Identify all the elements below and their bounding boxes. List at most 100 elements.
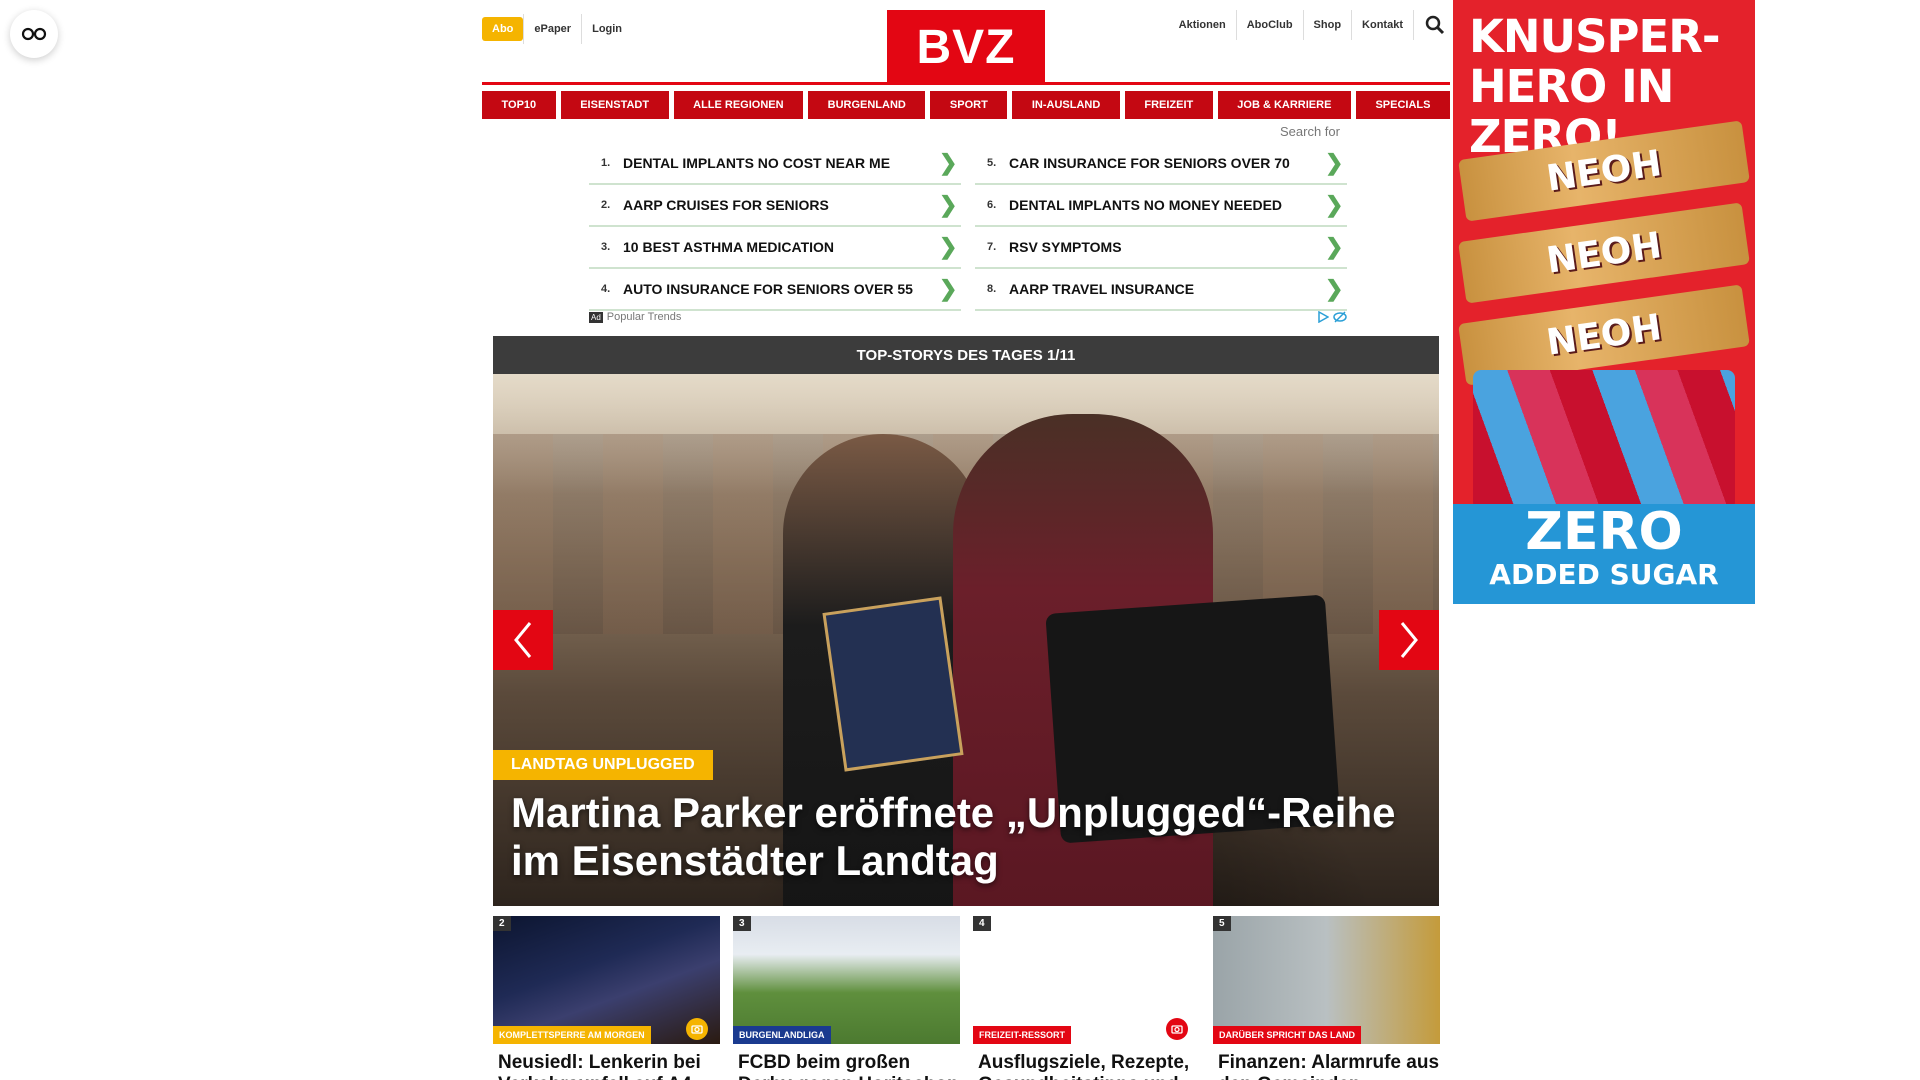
teaser-image[interactable]: 2 KOMPLETTSPERRE AM MORGEN	[493, 916, 720, 1044]
trend-text: DENTAL IMPLANTS NO MONEY NEEDED	[1009, 197, 1283, 213]
trend-number: 5.	[987, 157, 997, 169]
nav-item-specials[interactable]: SPECIALS	[1355, 91, 1451, 119]
login-link[interactable]: Login	[581, 14, 632, 44]
side-advertisement[interactable]: KNUSPER-HERO IN ZERO! NEOH NEOH NEOH ZER…	[1453, 0, 1755, 604]
reader-mode-button[interactable]	[10, 10, 58, 58]
teaser-number: 3	[733, 916, 751, 931]
hero-image-book	[822, 596, 964, 772]
kontakt-link[interactable]: Kontakt	[1352, 10, 1414, 40]
chevron-right-icon: ❯	[1325, 150, 1344, 175]
chevron-left-icon	[514, 622, 532, 658]
trend-item[interactable]: 7. RSV SYMPTOMS ❯	[975, 227, 1347, 269]
page: Abo ePaper Login BVZ Aktionen AboClub Sh…	[0, 0, 1920, 1080]
teaser-tag: DARÜBER SPRICHT DAS LAND	[1213, 1026, 1362, 1044]
teaser-card[interactable]: 3 BURGENLANDLIGA FCBD beim großen Derby …	[733, 916, 960, 1080]
hero-kicker[interactable]: LANDTAG UNPLUGGED	[493, 750, 713, 780]
ad-trends-widget: 1. DENTAL IMPLANTS NO COST NEAR ME ❯ 2. AAR…	[589, 143, 1347, 311]
chevron-right-icon: ❯	[939, 150, 958, 175]
adchoices[interactable]	[1317, 311, 1347, 323]
teaser-tag: BURGENLANDLIGA	[733, 1026, 831, 1044]
side-ad-footer: ZERO ADDED SUGAR	[1453, 504, 1755, 604]
nav-item-sport[interactable]: SPORT	[930, 91, 1008, 119]
chevron-right-icon: ❯	[1325, 276, 1344, 301]
teaser-title[interactable]: Neusiedl: Lenkerin bei Verkehrsunfall au…	[493, 1052, 720, 1080]
trend-text: CAR INSURANCE FOR SENIORS OVER 70	[1009, 155, 1290, 171]
trend-number: 8.	[987, 283, 997, 295]
chevron-right-icon: ❯	[939, 234, 958, 259]
bvz-logo[interactable]: BVZ	[887, 10, 1045, 84]
trend-text: 10 BEST ASTHMA MEDICATION	[623, 239, 835, 255]
teaser-card[interactable]: 5 DARÜBER SPRICHT DAS LAND Finanzen: Ala…	[1213, 916, 1440, 1080]
nav-item-top10[interactable]: TOP10	[482, 91, 556, 119]
site-header: Abo ePaper Login BVZ Aktionen AboClub Sh…	[482, 0, 1450, 84]
trend-item[interactable]: 5. CAR INSURANCE FOR SENIORS OVER 70 ❯	[975, 143, 1347, 185]
trend-number: 6.	[987, 199, 997, 211]
aboclub-link[interactable]: AboClub	[1237, 10, 1304, 40]
epaper-link[interactable]: ePaper	[523, 14, 581, 44]
trend-item[interactable]: 1. DENTAL IMPLANTS NO COST NEAR ME ❯	[589, 143, 961, 185]
nav-item-in-ausland[interactable]: IN-AUSLAND	[1012, 91, 1120, 119]
nav-item-freizeit[interactable]: FREIZEIT	[1124, 91, 1213, 119]
trend-item[interactable]: 2. AARP CRUISES FOR SENIORS ❯	[589, 185, 961, 227]
nav-item-alle-regionen[interactable]: ALLE REGIONEN	[673, 91, 804, 119]
trend-item[interactable]: 3. 10 BEST ASTHMA MEDICATION ❯	[589, 227, 961, 269]
trend-number: 2.	[601, 199, 611, 211]
ad-footer: Ad Popular Trends	[589, 311, 1347, 323]
chevron-right-icon: ❯	[1325, 192, 1344, 217]
header-divider	[482, 82, 1450, 85]
hide-ad-icon	[1333, 311, 1347, 323]
trend-item[interactable]: 4. AUTO INSURANCE FOR SENIORS OVER 55 ❯	[589, 269, 961, 311]
teaser-image[interactable]: 5 DARÜBER SPRICHT DAS LAND	[1213, 916, 1440, 1044]
hero-slide[interactable]: LANDTAG UNPLUGGED Martina Parker eröffne…	[493, 374, 1439, 906]
shop-link[interactable]: Shop	[1304, 10, 1353, 40]
trend-number: 4.	[601, 283, 611, 295]
teaser-card[interactable]: 2 KOMPLETTSPERRE AM MORGEN Neusiedl: Len…	[493, 916, 720, 1080]
trend-text: AARP TRAVEL INSURANCE	[1009, 281, 1195, 297]
glasses-icon	[21, 27, 47, 41]
side-ad-foot-big: ZERO	[1525, 502, 1683, 562]
nav-item-burgenland[interactable]: BURGENLAND	[808, 91, 926, 119]
trend-text: RSV SYMPTOMS	[1009, 239, 1122, 255]
main-nav: TOP10 EISENSTADT ALLE REGIONEN BURGENLAN…	[482, 91, 1451, 119]
slider-next-button[interactable]	[1379, 610, 1439, 670]
camera-icon	[686, 1018, 708, 1040]
teaser-title[interactable]: Ausflugsziele, Rezepte, Gesundheitstipps…	[973, 1052, 1200, 1080]
teaser-card[interactable]: 4 FREIZEIT-RESSORT Ausflugsziele, Rezept…	[973, 916, 1200, 1080]
ad-badge: Ad	[589, 311, 603, 323]
top-right-links: Aktionen AboClub Shop Kontakt	[1169, 10, 1450, 40]
teaser-title[interactable]: FCBD beim großen Derby gegen Horitschon …	[733, 1052, 960, 1080]
product-bar-label: NEOH	[1543, 224, 1665, 282]
aktionen-link[interactable]: Aktionen	[1169, 10, 1237, 40]
product-packs-image	[1473, 370, 1735, 510]
hero-title[interactable]: Martina Parker eröffnete „Unplugged“-Rei…	[511, 789, 1411, 885]
nav-item-job-karriere[interactable]: JOB & KARRIERE	[1217, 91, 1351, 119]
chevron-right-icon: ❯	[1325, 234, 1344, 259]
teaser-image[interactable]: 3 BURGENLANDLIGA	[733, 916, 960, 1044]
teaser-image[interactable]: 4 FREIZEIT-RESSORT	[973, 916, 1200, 1044]
teaser-tag: FREIZEIT-RESSORT	[973, 1026, 1072, 1044]
teaser-number: 4	[973, 916, 991, 931]
teaser-number: 2	[493, 916, 511, 931]
teaser-row: 2 KOMPLETTSPERRE AM MORGEN Neusiedl: Len…	[493, 916, 1440, 1080]
play-icon	[1318, 311, 1329, 323]
teaser-title[interactable]: Finanzen: Alarmrufe aus den Gemeinden	[1213, 1052, 1440, 1080]
teaser-number: 5	[1213, 916, 1231, 931]
trend-number: 1.	[601, 157, 611, 169]
teaser-tag: KOMPLETTSPERRE AM MORGEN	[493, 1026, 651, 1044]
chevron-right-icon: ❯	[939, 192, 958, 217]
trend-text: AARP CRUISES FOR SENIORS	[623, 197, 829, 213]
trend-item[interactable]: 8. AARP TRAVEL INSURANCE ❯	[975, 269, 1347, 311]
trend-item[interactable]: 6. DENTAL IMPLANTS NO MONEY NEEDED ❯	[975, 185, 1347, 227]
slider-prev-button[interactable]	[493, 610, 553, 670]
chevron-right-icon: ❯	[939, 276, 958, 301]
nav-item-eisenstadt[interactable]: EISENSTADT	[560, 91, 669, 119]
product-bar-label: NEOH	[1543, 306, 1665, 364]
trend-text: AUTO INSURANCE FOR SENIORS OVER 55	[623, 281, 913, 297]
search-icon[interactable]	[1420, 10, 1450, 40]
abo-button[interactable]: Abo	[482, 17, 524, 41]
camera-icon	[1166, 1018, 1188, 1040]
top-stories-bar: TOP-STORYS DES TAGES 1/11	[493, 336, 1439, 374]
trend-number: 3.	[601, 241, 611, 253]
trend-number: 7.	[987, 241, 997, 253]
chevron-right-icon	[1400, 622, 1418, 658]
